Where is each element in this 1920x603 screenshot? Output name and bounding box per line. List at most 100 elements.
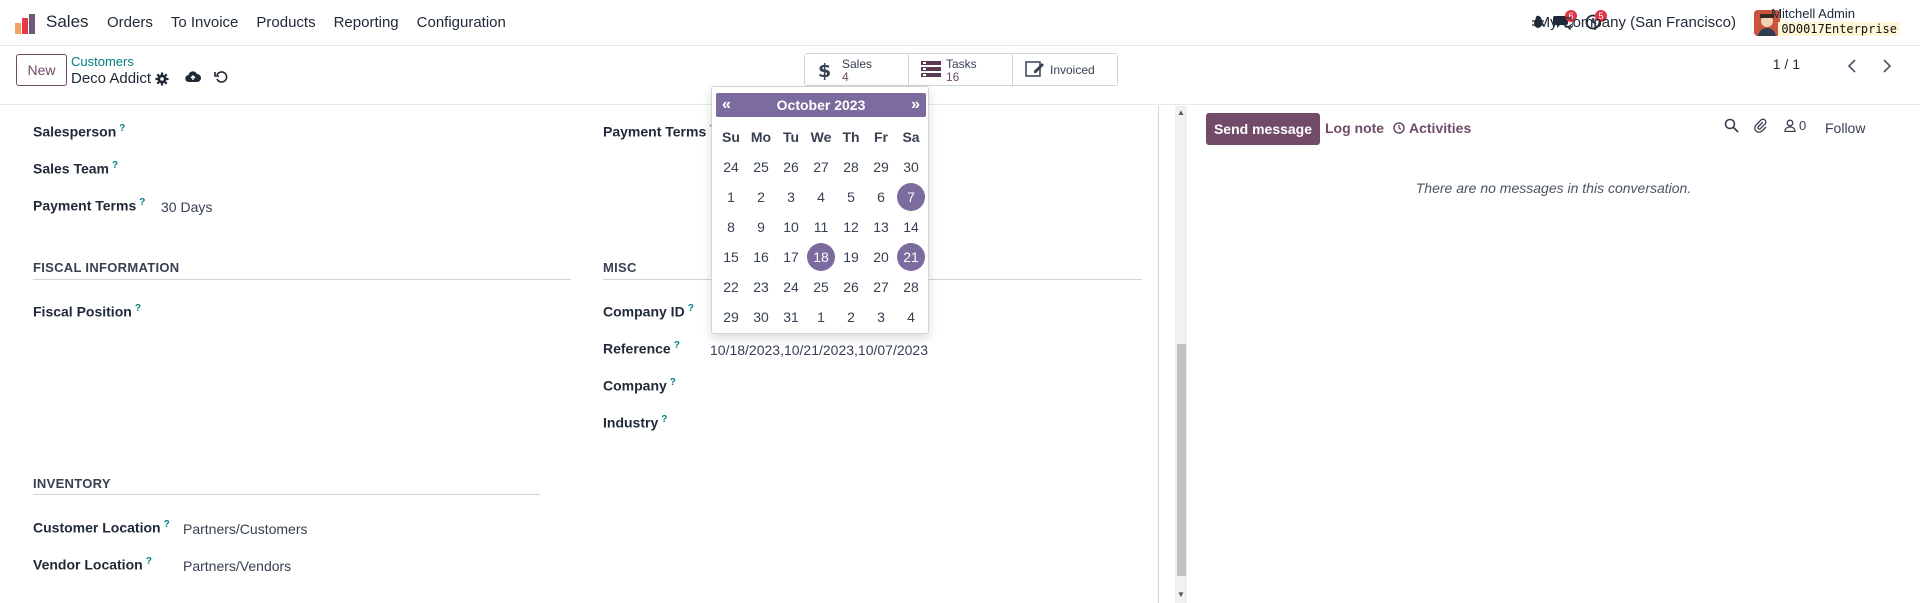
calendar-day[interactable]: 3 [776,182,806,212]
calendar-day[interactable]: 1 [716,182,746,212]
scroll-down-arrow-icon[interactable]: ▼ [1177,590,1185,599]
calendar-day[interactable]: 30 [746,302,776,332]
calendar-day[interactable]: 26 [776,152,806,182]
calendar-day[interactable]: 2 [836,302,866,332]
menu-reporting[interactable]: Reporting [325,14,408,31]
calendar-day-selected[interactable]: 21 [896,242,926,272]
company-switcher[interactable]: My Company (San Francisco) [1538,14,1736,31]
next-month-button[interactable]: » [911,96,920,114]
calendar-day[interactable]: 4 [896,302,926,332]
calendar-day[interactable]: 20 [866,242,896,272]
breadcrumb-current: Deco Addict [71,70,152,87]
calendar-day[interactable]: 12 [836,212,866,242]
reference-label: Reference? [603,340,680,357]
paperclip-icon[interactable] [1753,118,1768,133]
invoiced-smart-button[interactable]: Invoiced [1013,54,1117,85]
calendar-day[interactable]: 16 [746,242,776,272]
calendar-day[interactable]: 19 [836,242,866,272]
calendar-day-number: 2 [757,189,765,205]
activities-tab-button[interactable]: Activities [1393,120,1471,136]
log-note-button[interactable]: Log note [1325,120,1384,136]
calendar-day[interactable]: 24 [716,152,746,182]
payment-terms-label: Payment Terms? [33,197,146,214]
calendar-day-number: 4 [907,309,915,325]
new-button[interactable]: New [16,54,67,86]
calendar-day[interactable]: 17 [776,242,806,272]
calendar-day[interactable]: 24 [776,272,806,302]
month-year-title[interactable]: October 2023 [716,97,926,113]
calendar-day[interactable]: 28 [836,152,866,182]
calendar-day[interactable]: 28 [896,272,926,302]
vendor-location-field[interactable]: Partners/Vendors [183,558,291,574]
company-label: Company? [603,377,676,394]
calendar-day[interactable]: 25 [806,272,836,302]
pager-next-button[interactable] [1874,54,1900,78]
gear-icon[interactable] [155,72,169,86]
calendar-day[interactable]: 9 [746,212,776,242]
calendar-day[interactable]: 29 [716,302,746,332]
menu-orders[interactable]: Orders [98,14,162,31]
app-name[interactable]: Sales [46,12,89,32]
user-name[interactable]: Mitchell Admin [1771,6,1855,21]
menu-products[interactable]: Products [247,14,324,31]
calendar-day-number: 29 [723,309,739,325]
calendar-day[interactable]: 14 [896,212,926,242]
calendar-day[interactable]: 6 [866,182,896,212]
follow-button[interactable]: Follow [1825,120,1865,136]
reference-field[interactable]: 10/18/2023,10/21/2023,10/07/2023 [710,342,928,358]
menu-configuration[interactable]: Configuration [408,14,515,31]
breadcrumb-customers[interactable]: Customers [71,54,134,69]
discard-icon[interactable] [214,70,228,84]
calendar-day[interactable]: 13 [866,212,896,242]
calendar-day[interactable]: 3 [866,302,896,332]
calendar-day[interactable]: 15 [716,242,746,272]
calendar-day[interactable]: 5 [836,182,866,212]
calendar-day-number: 29 [873,159,889,175]
calendar-day[interactable]: 27 [866,272,896,302]
calendar-day[interactable]: 2 [746,182,776,212]
calendar-day-number: 23 [753,279,769,295]
calendar-day[interactable]: 8 [716,212,746,242]
calendar-day-number: 5 [847,189,855,205]
form-scrollbar[interactable]: ▲ ▼ [1175,106,1187,603]
calendar-day-selected[interactable]: 7 [896,182,926,212]
send-message-button[interactable]: Send message [1206,113,1320,145]
calendar-day-number: 28 [843,159,859,175]
sales-smart-button[interactable]: $ Sales 4 [805,54,909,85]
calendar-day[interactable]: 26 [836,272,866,302]
calendar-day[interactable]: 22 [716,272,746,302]
database-name: 0D0017Enterprise [1778,22,1900,36]
dollar-icon: $ [818,60,831,80]
sales-app-icon[interactable] [14,13,36,35]
calendar-day[interactable]: 23 [746,272,776,302]
calendar-day[interactable]: 30 [896,152,926,182]
followers-button[interactable]: 0 [1784,118,1806,133]
calendar-day[interactable]: 25 [746,152,776,182]
calendar-day[interactable]: 27 [806,152,836,182]
inventory-section-divider [33,494,540,495]
calendar-day-number: 21 [897,243,925,271]
save-cloud-icon[interactable] [185,70,201,84]
payment-terms-field[interactable]: 30 Days [161,199,212,215]
pager-value[interactable]: 1 / 1 [1773,56,1800,72]
search-icon[interactable] [1724,118,1739,133]
calendar-day[interactable]: 29 [866,152,896,182]
tasks-smart-button[interactable]: Tasks 16 [909,54,1013,85]
calendar-day[interactable]: 31 [776,302,806,332]
calendar-day[interactable]: 4 [806,182,836,212]
chatter-panel: Send message Log note Activities 0 Follo… [1187,106,1920,603]
calendar-day-number: 6 [877,189,885,205]
form-sheet: Salesperson? Sales Team? Payment Terms? … [0,106,1160,603]
menu-to-invoice[interactable]: To Invoice [162,14,248,31]
clock-small-icon [1393,122,1405,134]
calendar-day[interactable]: 1 [806,302,836,332]
pager-previous-button[interactable] [1839,54,1865,78]
calendar-day[interactable]: 11 [806,212,836,242]
sales-smart-label: Sales [842,57,873,71]
scroll-thumb[interactable] [1177,344,1186,576]
calendar-day[interactable]: 10 [776,212,806,242]
calendar-day-selected[interactable]: 18 [806,242,836,272]
customer-location-field[interactable]: Partners/Customers [183,521,307,537]
scroll-up-arrow-icon[interactable]: ▲ [1177,108,1185,117]
calendar-week-row: 29 30 31 1 2 3 4 [716,302,926,332]
